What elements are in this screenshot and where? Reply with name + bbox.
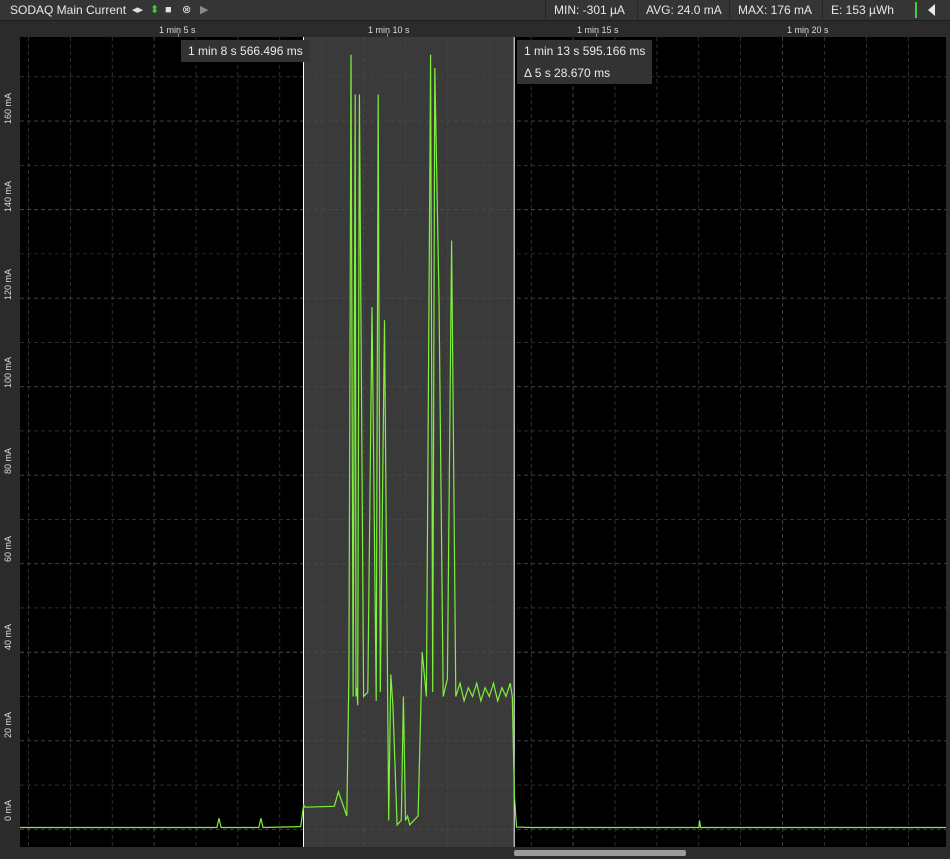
horizontal-scrollbar[interactable] [20,848,946,859]
left-cursor-time: 1 min 8 s 566.496 ms [188,44,303,58]
scrollbar-thumb[interactable] [514,850,686,856]
horizontal-zoom-icon[interactable]: ◂▸ [132,3,143,17]
channel-title: SODAQ Main Current [10,3,127,17]
play-icon[interactable]: ▶ [200,3,208,17]
stat-energy: E: 153 µWh [822,0,902,20]
y-axis: 0 mA 20 mA 40 mA 60 mA 80 mA 100 mA 120 … [0,37,20,847]
y-tick-label: 160 mA [3,92,13,124]
collapse-arrow-icon[interactable] [928,4,935,16]
y-tick-label: 0 mA [3,799,13,821]
y-tick-label: 60 mA [3,535,13,562]
time-tick-label: 1 min 10 s [368,25,410,35]
selection-region [303,37,515,847]
time-tick-label: 1 min 15 s [577,25,619,35]
stat-avg: AVG: 24.0 mA [637,0,730,20]
y-tick-label: 80 mA [3,447,13,474]
time-tick-label: 1 min 20 s [787,25,829,35]
clear-icon[interactable]: ⊗ [182,3,191,17]
stop-icon[interactable]: ■ [165,3,172,17]
y-tick-label: 40 mA [3,623,13,650]
y-tick-label: 20 mA [3,711,13,738]
y-tick-label: 140 mA [3,180,13,212]
left-cursor-label: 1 min 8 s 566.496 ms [181,40,310,62]
vertical-zoom-icon[interactable]: ⬍ [150,3,159,17]
time-axis: 1 min 5 s 1 min 10 s 1 min 15 s 1 min 20… [20,21,946,37]
current-plot[interactable] [20,37,946,847]
toolbar: SODAQ Main Current ◂▸ ⬍ ■ ⊗ ▶ MIN: -301 … [0,0,950,21]
right-cursor-time: 1 min 13 s 595.166 ms [524,44,646,58]
y-tick-label: 100 mA [3,356,13,388]
right-cursor-label: 1 min 13 s 595.166 ms Δ 5 s 28.670 ms [517,40,653,84]
stat-max: MAX: 176 mA [729,0,820,20]
cursor-delta: Δ 5 s 28.670 ms [524,66,611,80]
channel-color-indicator [915,2,917,18]
stat-min: MIN: -301 µA [545,0,633,20]
y-tick-label: 120 mA [3,268,13,300]
